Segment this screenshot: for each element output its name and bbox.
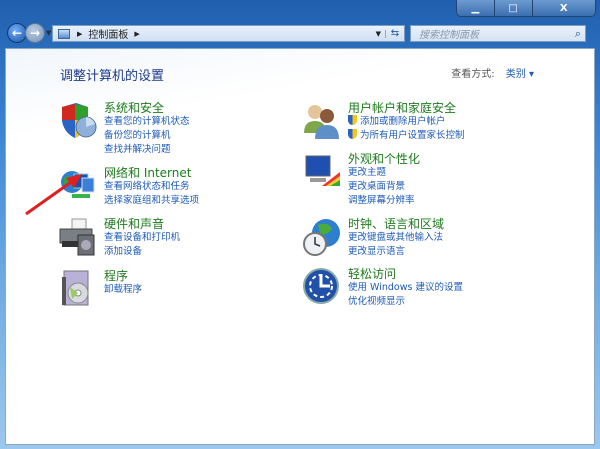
category-system-security: 系统和安全 查看您的计算机状态 备份您的计算机 查找并解决问题 <box>58 101 190 157</box>
ease-of-access-icon <box>302 267 342 307</box>
red-annotation-arrow-icon <box>25 174 82 216</box>
programs-icon <box>58 269 98 309</box>
refresh-icon[interactable]: ⇆ <box>386 28 404 39</box>
caption-buttons: ▁ □ X <box>456 0 596 17</box>
view-by-value: 类别 <box>505 69 526 80</box>
link[interactable]: 查找并解决问题 <box>104 143 190 157</box>
link[interactable]: 查看设备和打印机 <box>104 231 180 245</box>
link[interactable]: 更改主题 <box>348 166 420 180</box>
monitor-palette-icon <box>302 152 342 192</box>
category-user-accounts: 用户帐户和家庭安全 添加或删除用户帐户 为所有用户设置家长控制 <box>302 101 465 143</box>
link[interactable]: 优化视频显示 <box>348 295 463 309</box>
category-heading[interactable]: 程序 <box>104 269 142 283</box>
page-title: 调整计算机的设置 <box>60 69 165 84</box>
link[interactable]: 查看您的计算机状态 <box>104 115 190 129</box>
category-heading[interactable]: 系统和安全 <box>104 101 190 115</box>
search-input[interactable]: 搜索控制面板 ⌕ <box>410 25 586 42</box>
link[interactable]: 备份您的计算机 <box>104 129 190 143</box>
shield-chart-icon <box>58 101 98 141</box>
link[interactable]: 调整屏幕分辨率 <box>348 194 420 208</box>
category-heading[interactable]: 外观和个性化 <box>348 152 420 166</box>
link[interactable]: 查看网络状态和任务 <box>104 180 199 194</box>
close-button[interactable]: X <box>532 0 595 16</box>
category-programs: 程序 卸载程序 <box>58 269 142 309</box>
address-dropdown-icon[interactable]: ▼ <box>372 29 386 38</box>
forward-button[interactable]: → <box>25 23 45 43</box>
address-bar[interactable]: ▶ 控制面板 ▶ ▼ ⇆ <box>52 25 405 42</box>
content-pane: 调整计算机的设置 查看方式: 类别 ▾ 系统和安全 查看您的计算机状态 备份您的… <box>5 48 595 445</box>
view-by: 查看方式: 类别 ▾ <box>451 65 534 80</box>
users-icon <box>302 101 342 141</box>
control-panel-icon <box>58 28 70 39</box>
view-by-label: 查看方式: <box>451 69 495 80</box>
link[interactable]: 选择家庭组和共享选项 <box>104 194 199 208</box>
category-heading[interactable]: 用户帐户和家庭安全 <box>348 101 465 115</box>
link[interactable]: 为所有用户设置家长控制 <box>348 129 465 143</box>
category-clock-language-region: 时钟、语言和区域 更改键盘或其他输入法 更改显示语言 <box>302 217 444 259</box>
breadcrumb-arrow-icon[interactable]: ▶ <box>134 30 139 38</box>
search-placeholder: 搜索控制面板 <box>419 30 479 41</box>
navigation: ← → ▼ <box>7 23 51 43</box>
recent-pages-dropdown[interactable]: ▼ <box>46 29 51 37</box>
view-by-dropdown[interactable]: 类别 ▾ <box>506 69 534 80</box>
link[interactable]: 使用 Windows 建议的设置 <box>348 281 463 295</box>
uac-shield-icon <box>348 115 357 125</box>
uac-shield-icon <box>348 129 357 139</box>
category-heading[interactable]: 轻松访问 <box>348 267 463 281</box>
link-text: 添加或删除用户帐户 <box>360 116 446 127</box>
category-appearance: 外观和个性化 更改主题 更改桌面背景 调整屏幕分辨率 <box>302 152 420 208</box>
link[interactable]: 添加设备 <box>104 245 180 259</box>
category-ease-of-access: 轻松访问 使用 Windows 建议的设置 优化视频显示 <box>302 267 463 309</box>
category-heading[interactable]: 网络和 Internet <box>104 166 199 180</box>
link[interactable]: 添加或删除用户帐户 <box>348 115 465 129</box>
back-button[interactable]: ← <box>7 23 27 43</box>
maximize-button[interactable]: □ <box>494 0 533 16</box>
breadcrumb-arrow-icon[interactable]: ▶ <box>77 30 82 38</box>
link-text: 为所有用户设置家长控制 <box>360 130 465 141</box>
category-heading[interactable]: 硬件和声音 <box>104 217 180 231</box>
breadcrumb-control-panel[interactable]: 控制面板 <box>88 26 128 41</box>
minimize-button[interactable]: ▁ <box>457 0 495 16</box>
link[interactable]: 更改显示语言 <box>348 245 444 259</box>
search-icon[interactable]: ⌕ <box>575 27 581 41</box>
link[interactable]: 更改键盘或其他输入法 <box>348 231 444 245</box>
category-hardware-sound: 硬件和声音 查看设备和打印机 添加设备 <box>58 217 180 259</box>
link[interactable]: 卸载程序 <box>104 283 142 297</box>
globe-clock-icon <box>302 217 342 257</box>
category-heading[interactable]: 时钟、语言和区域 <box>348 217 444 231</box>
link[interactable]: 更改桌面背景 <box>348 180 420 194</box>
printer-icon <box>58 217 98 257</box>
